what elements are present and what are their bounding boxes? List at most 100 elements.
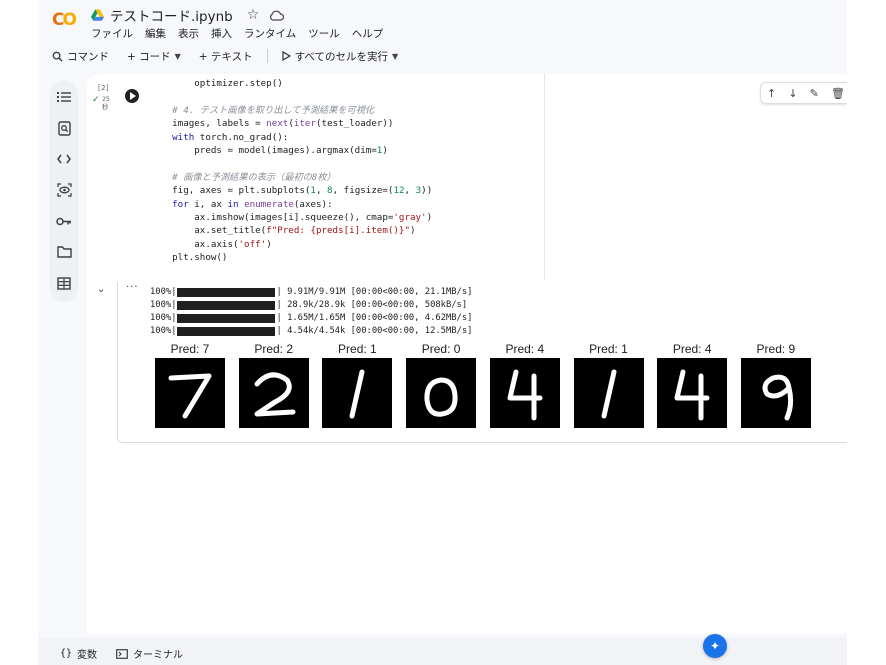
run-all-button[interactable]: すべてのセルを実行 ▼ bbox=[278, 47, 403, 66]
digit-image bbox=[406, 358, 477, 428]
command-palette-button[interactable]: コマンド bbox=[48, 47, 113, 66]
prediction-title: Pred: 4 bbox=[505, 342, 545, 356]
command-label: コマンド bbox=[67, 50, 109, 63]
run-cell-button[interactable] bbox=[125, 89, 139, 103]
progress-stats: 28.9k/28.9k [00:00<00:00, 508kB/s] bbox=[287, 300, 468, 310]
colab-logo[interactable]: CO bbox=[52, 10, 82, 30]
digit-image bbox=[238, 358, 309, 428]
code-cell-editor[interactable]: optimizer.step() # 4. テスト画像を取り出して予測結果を可視… bbox=[142, 74, 545, 280]
prediction-panel: Pred: 2 bbox=[238, 342, 309, 428]
code-token: # 画像と予測結果の表示（最初の8枚） bbox=[150, 171, 336, 183]
code-token: ) bbox=[410, 225, 416, 237]
code-token: ) bbox=[266, 238, 272, 250]
run-all-label: すべてのセルを実行 bbox=[294, 50, 388, 63]
variables-button[interactable]: {} 変数 bbox=[60, 646, 97, 661]
progress-percent: 100% bbox=[150, 313, 172, 323]
code-token: plt.show() bbox=[150, 252, 228, 264]
move-up-icon[interactable]: ↑ bbox=[767, 87, 776, 100]
code-snippets-icon[interactable] bbox=[56, 150, 72, 168]
menu-edit[interactable]: 編集 bbox=[145, 26, 166, 41]
code-token: ) bbox=[426, 211, 433, 223]
execution-time-unit: 秒 bbox=[102, 103, 109, 111]
code-token: fig, axes = plt.subplots( bbox=[150, 185, 311, 197]
progress-stats: 1.65M/1.65M [00:00<00:00, 4.62MB/s] bbox=[287, 313, 473, 323]
add-text-button[interactable]: + テキスト bbox=[195, 47, 257, 66]
notebook-title[interactable]: テストコード.ipynb bbox=[110, 5, 233, 25]
code-token: , bbox=[404, 185, 416, 197]
menu-view[interactable]: 表示 bbox=[178, 26, 199, 41]
toc-icon[interactable] bbox=[56, 88, 72, 106]
code-line: # 4. テスト画像を取り出して予測結果を可視化 bbox=[150, 104, 432, 117]
find-icon[interactable] bbox=[56, 119, 72, 137]
colab-app: CO テストコード.ipynb ☆ ファイル 編集 表示 挿入 ランタイム ツー… bbox=[38, 0, 847, 665]
check-icon: ✓ bbox=[92, 95, 100, 105]
toolbar-divider bbox=[266, 49, 268, 63]
title-row: テストコード.ipynb ☆ bbox=[91, 5, 285, 25]
code-line: optimizer.step() bbox=[150, 77, 432, 90]
chevron-down-icon[interactable]: ▼ bbox=[175, 52, 181, 61]
drive-icon bbox=[91, 9, 104, 21]
prediction-title: Pred: 4 bbox=[672, 342, 712, 356]
logo-letter-o: O bbox=[62, 10, 77, 30]
code-token: preds = model(images).argmax(dim= bbox=[150, 144, 377, 156]
menu-runtime[interactable]: ランタイム bbox=[244, 26, 296, 41]
menu-tools[interactable]: ツール bbox=[308, 26, 340, 41]
terminal-button[interactable]: ターミナル bbox=[116, 646, 183, 661]
edit-icon[interactable]: ✎ bbox=[810, 87, 819, 100]
add-code-button[interactable]: + コード ▼ bbox=[123, 47, 185, 66]
progress-stats: 9.91M/9.91M [00:00<00:00, 21.1MB/s] bbox=[287, 287, 473, 297]
logo-letter-c: C bbox=[52, 10, 65, 30]
play-outline-icon bbox=[281, 51, 291, 61]
menu-file[interactable]: ファイル bbox=[91, 26, 133, 41]
prediction-figure: Pred: 7 Pred: 2 Pred: 1 Pred: 0 Pred: 4 Pred:… bbox=[155, 342, 815, 430]
execution-time: 25 秒 bbox=[102, 95, 110, 111]
menu-help[interactable]: ヘルプ bbox=[352, 26, 384, 41]
digit-image bbox=[573, 358, 644, 428]
prediction-panel: Pred: 1 bbox=[322, 342, 393, 428]
execution-time-value: 25 bbox=[102, 95, 110, 103]
progress-row: 100% | | 1.65M/1.65M [00:00<00:00, 4.62MB/… bbox=[150, 313, 473, 323]
prediction-title: Pred: 9 bbox=[756, 342, 796, 356]
progress-bar bbox=[177, 314, 276, 323]
collapse-output-icon[interactable]: ⌄ bbox=[97, 284, 105, 295]
code-token: with bbox=[150, 131, 195, 143]
download-progress: 100% | | 9.91M/9.91M [00:00<00:00, 21.1MB/… bbox=[150, 286, 472, 338]
menu-insert[interactable]: 挿入 bbox=[211, 26, 232, 41]
prediction-panel: Pred: 9 bbox=[740, 342, 811, 428]
code-line: preds = model(images).argmax(dim=1) bbox=[150, 144, 432, 157]
code-token: , figsize=( bbox=[332, 185, 394, 197]
progress-bar bbox=[177, 288, 276, 297]
digit-image bbox=[489, 358, 560, 428]
code-token: f"Pred: {preds[i].item()}" bbox=[266, 225, 410, 237]
digit-image bbox=[740, 358, 811, 428]
code-token: (axes): bbox=[293, 198, 333, 210]
digit-image bbox=[322, 358, 393, 428]
code-token: , bbox=[315, 185, 328, 197]
progress-bar bbox=[177, 301, 276, 310]
code-token: optimizer.step() bbox=[150, 78, 283, 89]
toolbar: コマンド + コード ▼ + テキスト すべてのセルを実行 ▼ bbox=[48, 45, 402, 67]
code-line: ax.set_title(f"Pred: {preds[i].item()}") bbox=[150, 224, 432, 237]
code-text[interactable]: optimizer.step() # 4. テスト画像を取り出して予測結果を可視… bbox=[150, 77, 432, 264]
prediction-title: Pred: 7 bbox=[170, 342, 210, 356]
add-code-label: + コード bbox=[127, 50, 171, 63]
cloud-icon[interactable] bbox=[269, 10, 285, 21]
gemini-icon[interactable]: ✦ bbox=[703, 634, 727, 658]
secrets-key-icon[interactable] bbox=[56, 212, 72, 230]
code-token: # 4. テスト画像を取り出して予測結果を可視化 bbox=[150, 104, 375, 116]
output-menu-icon[interactable]: ··· bbox=[126, 282, 139, 293]
variables-inspector-icon[interactable] bbox=[56, 181, 72, 199]
star-icon[interactable]: ☆ bbox=[247, 8, 260, 22]
code-line: ax.axis('off') bbox=[150, 238, 432, 251]
files-folder-icon[interactable] bbox=[56, 243, 72, 261]
progress-row: 100% | | 9.91M/9.91M [00:00<00:00, 21.1MB/… bbox=[150, 287, 473, 297]
data-table-icon[interactable] bbox=[56, 274, 72, 292]
move-down-icon[interactable]: ↓ bbox=[788, 87, 797, 100]
delete-icon[interactable]: 🗑 bbox=[831, 87, 845, 100]
code-token: 'off' bbox=[238, 238, 267, 250]
chevron-down-icon[interactable]: ▼ bbox=[392, 52, 398, 61]
code-line: plt.show() bbox=[150, 251, 432, 264]
code-token: ax.imshow(images[i].squeeze(), cmap= bbox=[150, 211, 394, 223]
